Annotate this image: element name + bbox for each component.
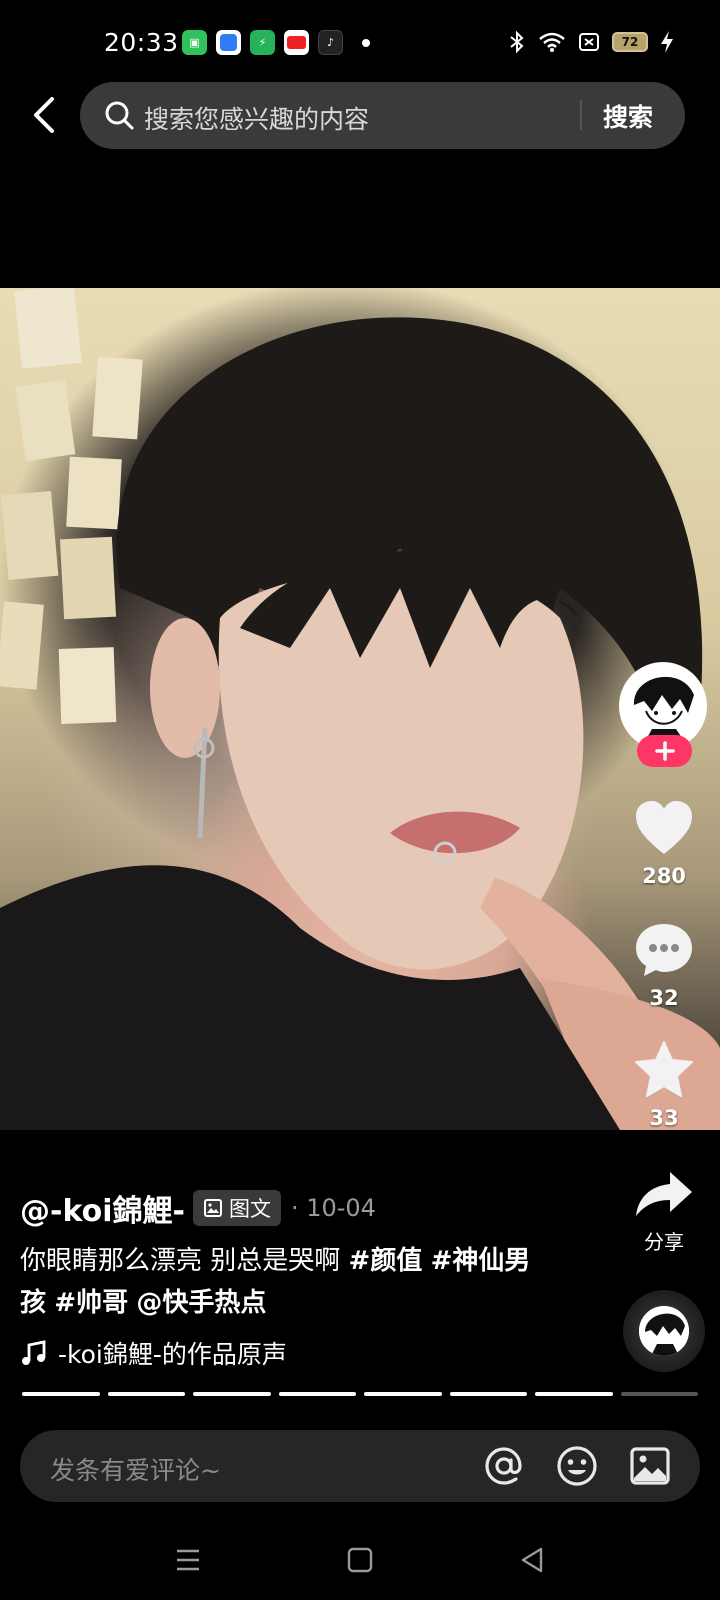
emoji-icon[interactable]: [555, 1444, 599, 1488]
share-label: 分享: [644, 1230, 684, 1254]
progress-segment: [22, 1392, 100, 1396]
share-action[interactable]: 分享: [618, 1170, 710, 1255]
comment-action[interactable]: 32: [618, 922, 710, 1010]
battery-indicator: 72: [612, 32, 648, 52]
hashtag-link[interactable]: #帅哥: [54, 1288, 128, 1318]
search-input[interactable]: 搜索您感兴趣的内容: [144, 100, 369, 136]
mention-link[interactable]: @快手热点: [136, 1288, 266, 1318]
back-triangle-icon: [521, 1547, 543, 1573]
author-name[interactable]: @-koi錦鯉-: [20, 1186, 185, 1230]
progress-segment: [449, 1392, 527, 1396]
favorite-count: 33: [649, 1106, 679, 1130]
nav-menu-button[interactable]: [170, 1542, 206, 1578]
like-action[interactable]: 280: [618, 800, 710, 888]
pinduoduo-icon: [284, 30, 309, 55]
share-arrow-icon: [636, 1172, 692, 1216]
post-date: · 10-04: [290, 1194, 376, 1222]
search-divider: [580, 100, 582, 130]
photo-illustration: [0, 288, 720, 1130]
heart-icon: [636, 801, 692, 854]
music-disc[interactable]: [623, 1290, 705, 1372]
hashtag-link[interactable]: #颜值: [349, 1246, 423, 1276]
post-type-badge: 图文: [192, 1190, 281, 1226]
plus-icon: [654, 741, 675, 761]
like-count: 280: [642, 864, 686, 888]
favorite-action[interactable]: 33: [618, 1040, 710, 1130]
post-meta: @-koi錦鯉- 图文 · 10-04: [20, 1186, 376, 1230]
search-bar[interactable]: 搜索您感兴趣的内容 搜索: [80, 82, 685, 149]
progress-segment: [193, 1392, 271, 1396]
image-icon: [203, 1199, 222, 1217]
browser-icon: [216, 30, 241, 55]
status-time: 20:33: [104, 28, 179, 57]
follow-button[interactable]: [637, 735, 692, 767]
comment-bubble-icon: [636, 924, 692, 976]
progress-segment: [278, 1392, 356, 1396]
status-app-icons: ▣ ⚡ ♪: [182, 30, 370, 55]
security-icon: ⚡: [250, 30, 275, 55]
music-cover-icon: [639, 1306, 689, 1356]
progress-segment: [620, 1392, 698, 1396]
music-info[interactable]: -koi錦鯉-的作品原声: [20, 1335, 287, 1371]
wifi-icon: [539, 32, 565, 52]
comment-count: 32: [649, 986, 679, 1010]
post-type-label: 图文: [228, 1197, 271, 1221]
post-photo[interactable]: [0, 288, 720, 1130]
nav-back-button[interactable]: [514, 1542, 550, 1578]
search-icon: [105, 101, 134, 130]
music-note-icon: [22, 1340, 46, 1365]
tiktok-icon: ♪: [318, 30, 343, 55]
at-mention-icon[interactable]: [482, 1444, 526, 1488]
nav-home-button[interactable]: [342, 1542, 378, 1578]
notification-dot-icon: [362, 38, 370, 47]
system-nav-bar: [0, 1520, 720, 1600]
bluetooth-icon: [510, 30, 524, 54]
comment-bar[interactable]: 发条有爱评论~: [20, 1430, 700, 1502]
progress-segment: [535, 1392, 613, 1396]
star-icon: [635, 1041, 693, 1097]
image-progress: [22, 1392, 698, 1396]
charging-icon: [661, 31, 673, 53]
caption-text: 你眼睛那么漂亮 别总是哭啊: [20, 1246, 349, 1276]
menu-icon: [177, 1549, 199, 1571]
progress-segment: [364, 1392, 442, 1396]
music-title: -koi錦鯉-的作品原声: [58, 1340, 287, 1369]
back-button[interactable]: [20, 90, 66, 140]
back-arrow-icon: [34, 97, 54, 133]
sim-icon: [579, 33, 599, 51]
wechat-icon: ▣: [182, 30, 207, 55]
post-caption: 你眼睛那么漂亮 别总是哭啊 #颜值 #神仙男孩 #帅哥 @快手热点: [20, 1240, 540, 1324]
comment-input[interactable]: 发条有爱评论~: [50, 1451, 221, 1487]
search-button[interactable]: 搜索: [603, 98, 653, 134]
status-bar: 20:33 ▣ ⚡ ♪ 72: [0, 0, 720, 90]
progress-segment: [107, 1392, 185, 1396]
status-indicators: 72: [508, 30, 674, 54]
image-upload-icon[interactable]: [628, 1444, 672, 1488]
home-square-icon: [347, 1547, 373, 1573]
